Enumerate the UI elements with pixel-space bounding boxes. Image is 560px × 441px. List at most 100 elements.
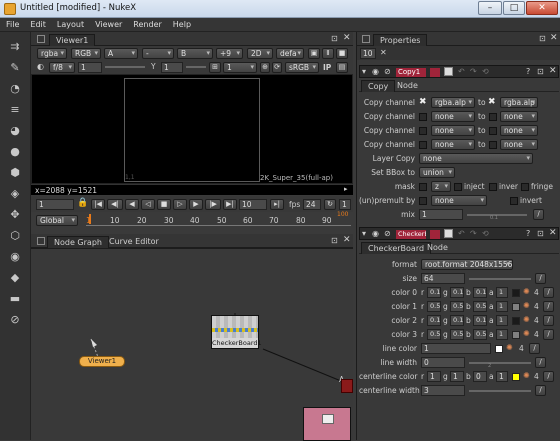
lut-dropdown[interactable]: defa — [276, 48, 304, 59]
color2-swatch[interactable] — [512, 317, 520, 325]
input-a-node-dropdown[interactable]: - — [142, 48, 174, 59]
viewer-menu-icon[interactable]: ▤ — [336, 62, 348, 73]
color2-b-field[interactable]: 0.1 — [473, 315, 487, 326]
format-dropdown[interactable]: root.format 2048x1556 — [421, 259, 513, 270]
color1-r-field[interactable]: 0.5 — [427, 301, 441, 312]
line-width-field[interactable]: 0 — [421, 357, 465, 368]
channel-checkbox[interactable] — [489, 141, 497, 149]
disable-node-icon[interactable]: ⊘ — [384, 229, 391, 238]
menu-viewer[interactable]: Viewer — [89, 18, 127, 29]
float-panel-icon[interactable]: ⊡ — [537, 67, 544, 76]
channel-checkbox[interactable] — [419, 113, 427, 121]
stop-button[interactable]: ■ — [157, 199, 171, 210]
max-panels-field[interactable]: 10 — [360, 48, 376, 59]
close-pane-icon[interactable]: ✕ — [343, 235, 351, 245]
color-wheel-icon[interactable]: ✺ — [523, 371, 530, 380]
centerline-r-field[interactable]: 1 — [427, 371, 441, 382]
maximize-button[interactable]: □ — [503, 1, 525, 15]
merge-icon[interactable]: ◈ — [5, 185, 25, 202]
premult-checkbox[interactable] — [419, 197, 427, 205]
size-slider[interactable] — [469, 278, 531, 280]
pane-menu-icon[interactable] — [362, 35, 370, 43]
expand-icon[interactable]: ▸ — [344, 185, 348, 193]
time-icon[interactable]: ◔ — [5, 80, 25, 97]
furnace-icon[interactable]: ⊘ — [5, 311, 25, 328]
next-keyframe-button[interactable]: |▶ — [205, 199, 221, 210]
invert-mask-checkbox[interactable] — [489, 183, 497, 191]
stop-icon[interactable]: ■ — [336, 48, 348, 59]
color1-b-field[interactable]: 0.5 — [473, 301, 487, 312]
last-frame-button[interactable]: ▶| — [223, 199, 237, 210]
transform-icon[interactable]: ✥ — [5, 206, 25, 223]
gain-field[interactable]: 1 — [78, 62, 102, 73]
animation-menu-icon[interactable]: ∕ — [535, 273, 546, 284]
menu-layout[interactable]: Layout — [51, 18, 89, 29]
channels-dropdown[interactable]: rgba — [37, 48, 67, 59]
fstop-dropdown[interactable]: f/8 — [49, 62, 75, 73]
float-icon[interactable]: ? — [526, 67, 530, 76]
input-process-label[interactable]: IP — [323, 63, 331, 72]
undo-icon[interactable]: ↶ — [458, 229, 465, 238]
color3-b-field[interactable]: 0.5 — [473, 329, 487, 340]
center-node-icon[interactable]: ◉ — [372, 67, 379, 76]
fringe-checkbox[interactable] — [521, 183, 529, 191]
animation-menu-icon[interactable]: ∕ — [543, 301, 554, 312]
color0-g-field[interactable]: 0.1 — [450, 287, 464, 298]
undo-icon[interactable]: ↶ — [458, 67, 465, 76]
centerline-color-swatch[interactable] — [512, 373, 520, 381]
color2-g-field[interactable]: 0.1 — [450, 315, 464, 326]
copy1-name-field[interactable]: Copy1 — [396, 68, 426, 77]
color0-r-field[interactable]: 0.1 — [427, 287, 441, 298]
float-pane-icon[interactable]: ⊡ — [331, 34, 338, 43]
first-frame-button[interactable]: |◀ — [91, 199, 105, 210]
float-pane-icon[interactable]: ⊡ — [331, 236, 338, 245]
loop-count-field[interactable]: 1 — [339, 199, 351, 210]
centerline-b-field[interactable]: 0 — [473, 371, 487, 382]
line-width-slider[interactable] — [469, 362, 531, 364]
viewer-icon[interactable]: ⇉ — [5, 38, 25, 55]
centerline-width-field[interactable]: 3 — [421, 385, 465, 396]
tab-properties[interactable]: Properties — [373, 34, 428, 46]
copy-to-dropdown[interactable]: none — [500, 125, 538, 136]
disable-node-icon[interactable]: ⊘ — [384, 67, 391, 76]
channel-enabled-icon[interactable]: ✖ — [488, 97, 496, 107]
color1-a-field[interactable]: 1 — [496, 301, 508, 312]
color-wheel-icon[interactable]: ✺ — [523, 329, 530, 338]
pane-menu-icon[interactable] — [37, 35, 45, 43]
revert-icon[interactable]: ⟲ — [482, 229, 489, 238]
draw-icon[interactable]: ✎ — [5, 59, 25, 76]
animation-menu-icon[interactable]: ∕ — [529, 343, 540, 354]
checkerboard1-node[interactable]: CheckerBoard1 — [211, 315, 262, 349]
channel-icon[interactable]: ≡ — [5, 101, 25, 118]
redo-icon[interactable]: ↷ — [470, 67, 477, 76]
color3-r-field[interactable]: 0.5 — [427, 329, 441, 340]
pause-icon[interactable]: Ⅱ — [322, 48, 334, 59]
tile-color-icon[interactable] — [444, 67, 453, 76]
channel-checkbox[interactable] — [419, 141, 427, 149]
copy-from-dropdown[interactable]: rgba.alp — [431, 97, 475, 108]
copy-to-dropdown[interactable]: none — [500, 139, 538, 150]
mix-field[interactable]: 1 — [419, 209, 463, 220]
menu-render[interactable]: Render — [127, 18, 166, 29]
color0-swatch[interactable] — [512, 289, 520, 297]
channel-enabled-icon[interactable]: ✖ — [419, 97, 427, 107]
color1-g-field[interactable]: 0.5 — [450, 301, 464, 312]
redo-icon[interactable]: ↷ — [470, 229, 477, 238]
channel-checkbox[interactable] — [489, 127, 497, 135]
color1-swatch[interactable] — [512, 303, 520, 311]
3d-icon[interactable]: ⬡ — [5, 227, 25, 244]
channel-checkbox[interactable] — [419, 127, 427, 135]
close-node-panel-icon[interactable]: ✕ — [549, 228, 557, 238]
read-node[interactable] — [303, 407, 351, 441]
gamma-slider[interactable] — [186, 66, 206, 68]
gamma-field[interactable]: 1 — [161, 62, 183, 73]
copy-to-dropdown[interactable]: none — [500, 111, 538, 122]
color3-swatch[interactable] — [512, 331, 520, 339]
step-forward-button[interactable]: ▶ — [189, 199, 203, 210]
step-forward-increment-button[interactable]: ▸| — [270, 199, 284, 210]
animation-menu-icon[interactable]: ∕ — [543, 371, 554, 382]
step-field[interactable]: 10 — [239, 199, 267, 210]
input-b-dropdown[interactable]: B — [177, 48, 213, 59]
minimize-button[interactable]: – — [478, 1, 502, 15]
mask-checkbox[interactable] — [419, 183, 427, 191]
